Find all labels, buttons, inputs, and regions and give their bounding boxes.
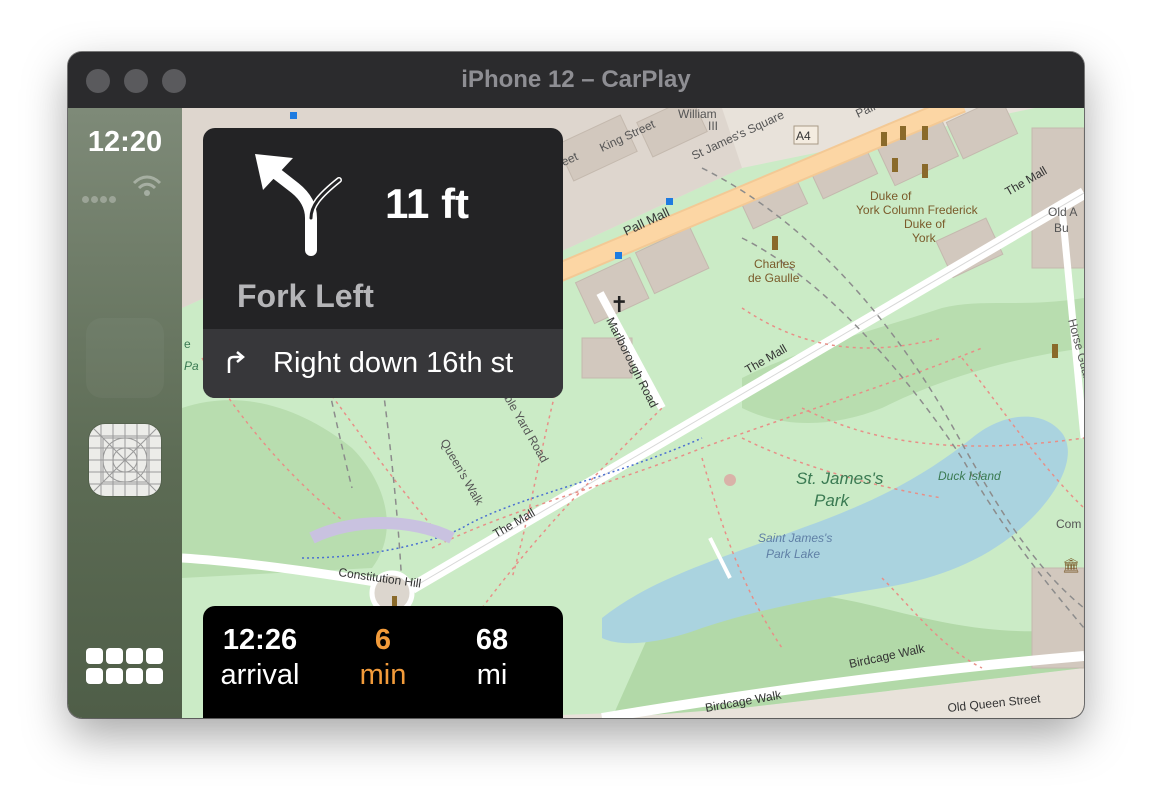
distance-remaining: 68 mi	[437, 624, 547, 692]
map-label-saint-james-lake-2: Park Lake	[766, 547, 820, 561]
carplay-window: iPhone 12 – CarPlay ✝ William III King S…	[68, 52, 1084, 718]
map-label-duck-island: Duck Island	[938, 469, 1001, 483]
miles-label: mi	[476, 659, 508, 691]
dock-slot[interactable]	[86, 318, 164, 398]
map-label-william-iii: III	[708, 119, 718, 133]
miles-value: 68	[475, 624, 509, 656]
next-maneuver[interactable]: Right down 16th st	[203, 329, 563, 398]
wifi-icon	[132, 175, 162, 196]
minutes-label: min	[359, 659, 407, 691]
maneuver-instruction: Fork Left	[237, 278, 374, 314]
map-label-fragment-a: e	[184, 337, 191, 351]
status-time: 12:20	[87, 126, 163, 158]
map-label-duke-of-2: Duke of	[904, 217, 946, 231]
fork-left-icon	[255, 154, 342, 256]
map-label-de-gaulle: de Gaulle	[748, 271, 800, 285]
map-label-a4: A4	[796, 129, 811, 143]
next-instruction: Right down 16th st	[273, 347, 514, 379]
maps-app-icon[interactable]	[89, 424, 161, 496]
map-label-fragment-b: Pa	[184, 359, 199, 373]
carplay-screen: ✝ William III King Street St James's Squ…	[68, 108, 1084, 718]
arrival-label: arrival	[220, 659, 300, 691]
arrival-estimate: 12:26 arrival	[205, 624, 315, 692]
svg-text:🏛: 🏛	[1062, 557, 1080, 573]
map-label-old-a: Old A	[1048, 205, 1077, 219]
carplay-sidebar: 12:20	[68, 108, 182, 718]
svg-text:✝: ✝	[610, 292, 628, 317]
map-label-st-james-park-2: Park	[814, 491, 850, 510]
map-label-bu: Bu	[1054, 221, 1069, 235]
map-label-st-james-park-1: St. James's	[796, 469, 884, 488]
maneuver-distance: 11 ft	[385, 180, 470, 227]
arrival-time: 12:26	[222, 624, 298, 656]
maneuver-card[interactable]: 11 ft Fork Left Right down 16th st	[203, 128, 563, 398]
map-label-com: Com	[1056, 517, 1081, 531]
trip-estimates-card[interactable]: 12:26 arrival 6 min 68 mi	[203, 606, 563, 718]
map-label-duke-of: Duke of	[870, 189, 912, 203]
map-label-saint-james-lake-1: Saint James's	[758, 531, 832, 545]
map-label-york: York	[912, 231, 937, 245]
turn-right-icon	[227, 351, 245, 373]
map-label-charles: Charles	[754, 257, 795, 271]
time-remaining: 6 min	[328, 624, 438, 692]
cellular-signal-icon	[82, 190, 118, 208]
title-bar: iPhone 12 – CarPlay	[68, 52, 1084, 108]
minutes-value: 6	[374, 624, 392, 656]
map-label-duke-york-column: York Column Frederick	[856, 203, 979, 217]
window-title: iPhone 12 – CarPlay	[461, 66, 691, 93]
